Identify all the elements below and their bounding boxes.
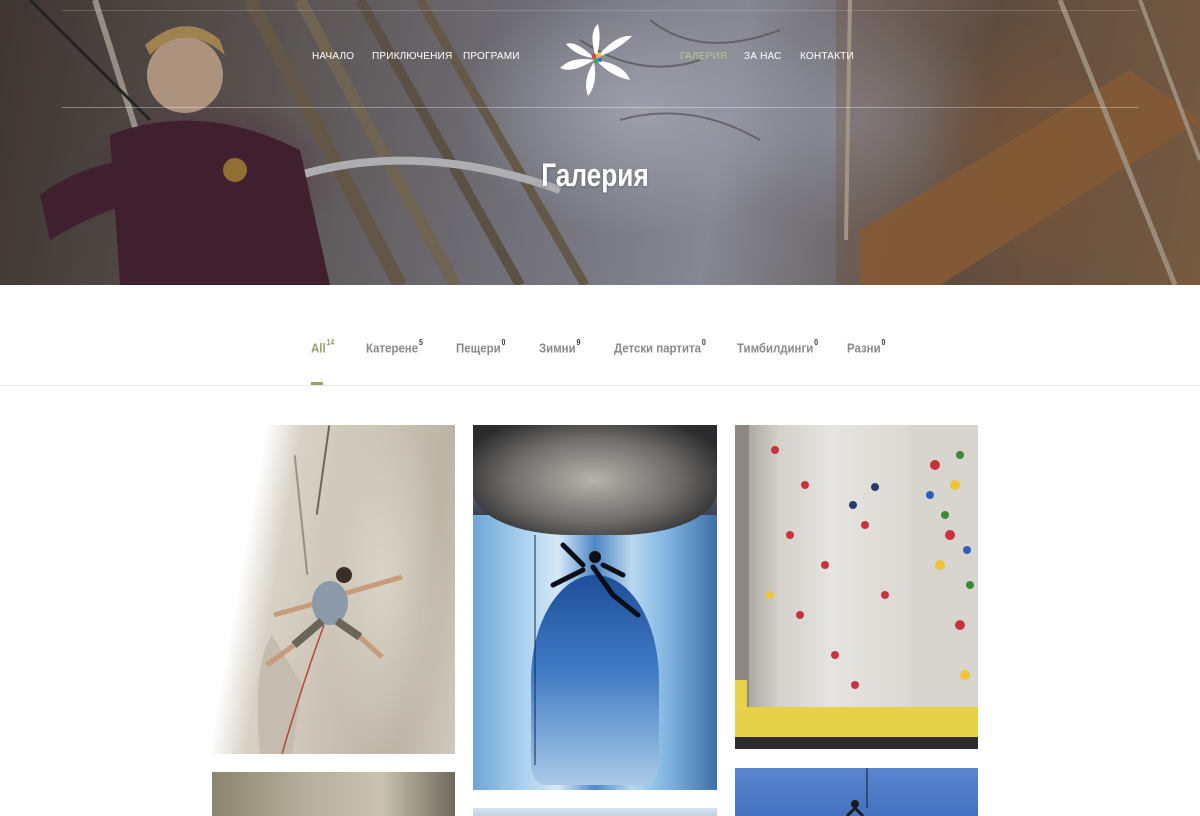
gallery-item-climber-sky[interactable]	[735, 768, 978, 816]
active-tab-underline	[311, 382, 323, 385]
header-divider	[62, 107, 1138, 108]
filter-tab-count: 14	[326, 338, 335, 347]
climbing-holds	[735, 425, 978, 749]
filter-tab-count: 0	[701, 338, 706, 347]
filter-tab-label: Детски партита	[614, 340, 701, 356]
filter-tab-winter[interactable]: Зимни9	[539, 338, 581, 356]
filter-tab-label: Зимни	[539, 340, 576, 356]
gallery-item-climbing-wall[interactable]	[735, 425, 978, 749]
logo-edelweiss-icon[interactable]	[558, 22, 634, 98]
nav-link-contacts[interactable]: КОНТАКТИ	[800, 51, 854, 65]
hero-banner: НАЧАЛО ПРИКЛЮЧЕНИЯ ПРОГРАМИ ГАЛЕРИЯ ЗА Н…	[0, 0, 1200, 285]
filter-tab-caves[interactable]: Пещери0	[456, 338, 506, 356]
filter-tab-label: Тимбилдинги	[737, 340, 814, 356]
filter-tab-kids-parties[interactable]: Детски партита0	[614, 338, 706, 356]
gallery-item-rock-climber[interactable]	[212, 425, 455, 754]
filter-tab-label: Катерене	[366, 340, 419, 356]
filter-tab-count: 0	[881, 338, 886, 347]
gallery-item-rock-face[interactable]	[212, 772, 455, 816]
filter-tab-label: All	[311, 340, 326, 356]
nav-link-adventures[interactable]: ПРИКЛЮЧЕНИЯ	[372, 51, 452, 65]
nav-link-programs[interactable]: ПРОГРАМИ	[463, 51, 520, 65]
climber-silhouette	[845, 768, 868, 816]
filter-tab-misc[interactable]: Разни0	[847, 338, 886, 356]
nav-link-gallery[interactable]: ГАЛЕРИЯ	[680, 51, 727, 65]
nav-link-about[interactable]: ЗА НАС	[744, 51, 782, 65]
gallery-item-ice-cave[interactable]	[473, 425, 717, 790]
filter-tab-all[interactable]: All14	[311, 338, 335, 356]
nav-link-home[interactable]: НАЧАЛО	[312, 51, 354, 65]
filter-tab-teambuilding[interactable]: Тимбилдинги0	[737, 338, 819, 356]
header-top-divider	[62, 10, 1138, 11]
filter-tab-count: 9	[576, 338, 581, 347]
filter-tab-label: Пещери	[456, 340, 501, 356]
ice-climber-silhouette	[534, 535, 641, 765]
filter-tab-count: 0	[501, 338, 506, 347]
gallery-item-winter-landscape[interactable]	[473, 808, 717, 816]
climber-figure	[257, 567, 403, 754]
filter-tab-count: 0	[814, 338, 819, 347]
filter-tab-label: Разни	[847, 340, 881, 356]
filter-tab-count: 5	[418, 338, 423, 347]
filter-tab-climbing[interactable]: Катерене5	[366, 338, 423, 356]
page-title: Галерия	[541, 157, 649, 193]
gallery-filter-bar: All14 Катерене5 Пещери0 Зимни9 Детски па…	[0, 285, 1200, 386]
